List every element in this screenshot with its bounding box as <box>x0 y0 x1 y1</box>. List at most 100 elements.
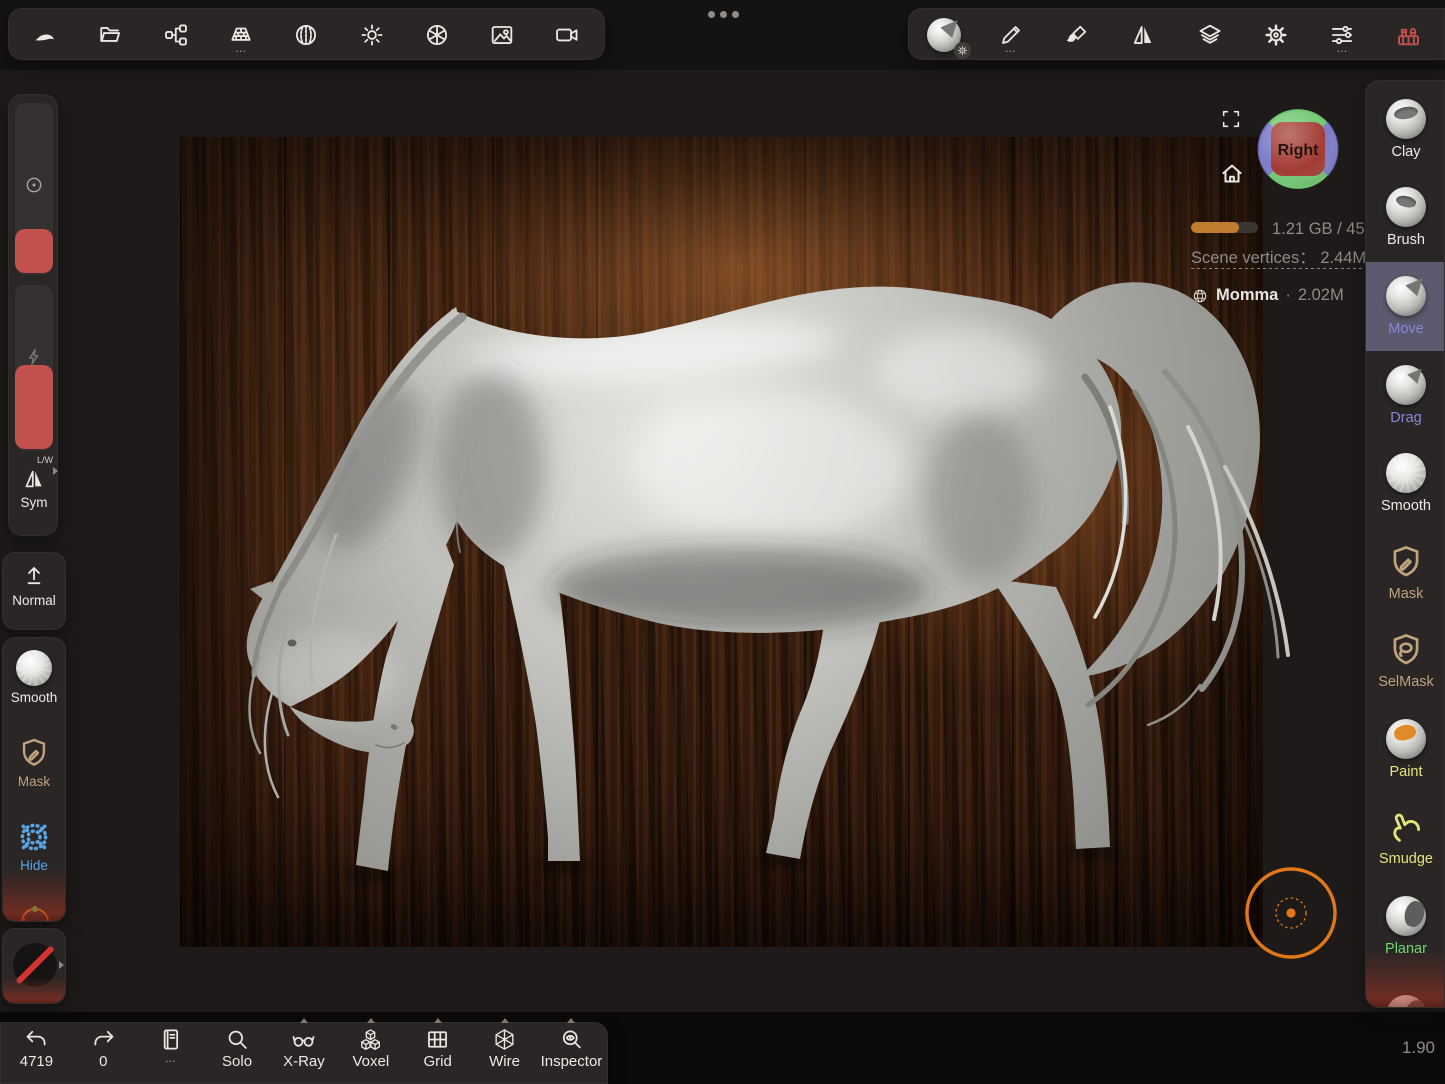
sym-expand-caret-icon[interactable] <box>53 467 58 475</box>
gizmo-face-label: Right <box>1278 142 1320 159</box>
symmetry-button[interactable] <box>1110 9 1176 61</box>
settings-button[interactable] <box>1243 9 1309 61</box>
grid-expand-caret-icon <box>434 1018 442 1023</box>
quick-hide-button[interactable]: Hide <box>3 820 65 873</box>
planar-sphere-icon <box>1386 896 1426 936</box>
redo-count: 0 <box>99 1053 107 1070</box>
fullscreen-button[interactable] <box>1220 108 1242 130</box>
tool-smudge[interactable]: Smudge <box>1366 794 1445 883</box>
tool-clay-label: Clay <box>1391 144 1420 160</box>
object-vertices: 2.02M <box>1298 286 1344 305</box>
canvas-background-wood[interactable] <box>180 137 1263 947</box>
lighting-button[interactable] <box>339 9 404 61</box>
mask-shield-icon <box>24 740 44 765</box>
object-row[interactable]: Momma · 2.02M <box>1191 286 1344 305</box>
topology-button[interactable]: … <box>209 9 274 61</box>
brush-sphere-icon <box>1386 187 1426 227</box>
falloff-normal-button[interactable]: Normal <box>3 563 65 608</box>
disabled-slash-icon <box>15 945 55 985</box>
bottom-toolbar: 4719 0 … Solo X-Ray Voxel Grid Wire Insp… <box>0 1022 608 1084</box>
paintbrush-icon <box>1067 27 1085 42</box>
gizmo-partial-icon[interactable] <box>18 900 52 922</box>
tool-planar-label: Planar <box>1385 941 1427 957</box>
inspector-expand-caret-icon <box>567 1018 575 1023</box>
scene-graph-button[interactable] <box>143 9 208 61</box>
active-tool-preview-button[interactable] <box>911 9 977 61</box>
tool-brush[interactable]: Brush <box>1366 174 1445 263</box>
gizmo-expand-caret-icon[interactable] <box>59 961 64 969</box>
display-settings-button[interactable]: … <box>1309 9 1375 61</box>
tool-mask-label: Mask <box>1389 586 1424 602</box>
intensity-slider-fill[interactable] <box>15 365 53 449</box>
fullscreen-icon <box>1224 112 1239 127</box>
quick-hide-label: Hide <box>20 858 48 873</box>
app-menu-button[interactable] <box>13 9 78 61</box>
inspector-button[interactable]: Inspector <box>539 1027 603 1083</box>
tool-selmask-label: SelMask <box>1378 674 1434 690</box>
tool-move[interactable]: Move <box>1366 262 1445 351</box>
voxel-button[interactable]: Voxel <box>339 1027 403 1083</box>
voxel-cubes-icon <box>362 1030 380 1049</box>
multitask-indicator-icon[interactable] <box>700 8 746 20</box>
gizmo-disabled-button[interactable] <box>13 943 57 987</box>
background-button[interactable] <box>470 9 535 61</box>
tool-planar[interactable]: Planar <box>1366 882 1445 971</box>
aperture-icon <box>428 26 446 44</box>
camera-button[interactable] <box>535 9 600 61</box>
intensity-lightning-icon <box>30 350 38 365</box>
tool-smooth-label: Smooth <box>1381 498 1431 514</box>
orientation-gizmo[interactable]: Right <box>1256 107 1340 191</box>
undo-button[interactable]: 4719 <box>4 1027 68 1083</box>
glasses-icon <box>294 1037 314 1046</box>
sym-label: Sym <box>9 495 59 510</box>
inspector-eye-magnifier-icon <box>564 1031 580 1047</box>
grid-button[interactable]: Grid <box>406 1027 470 1083</box>
tool-settings-badge[interactable] <box>954 42 971 59</box>
paint-material-button[interactable] <box>1044 9 1110 61</box>
undo-count: 4719 <box>20 1053 53 1070</box>
stroke-button[interactable]: … <box>978 9 1044 61</box>
radius-slider-handle[interactable] <box>15 229 53 273</box>
notebook-icon <box>164 1030 177 1048</box>
smooth-sphere-icon <box>16 650 52 686</box>
xray-label: X-Ray <box>283 1053 325 1070</box>
grid-label: Grid <box>424 1053 452 1070</box>
selmask-shield-lasso-icon <box>1395 636 1417 664</box>
tool-mask[interactable]: Mask <box>1366 528 1445 617</box>
zoom-level-value: 1.90 <box>1385 1038 1435 1058</box>
left-slider-panel: L/W Sym <box>8 94 58 536</box>
redo-button[interactable]: 0 <box>71 1027 135 1083</box>
wire-button[interactable]: Wire <box>473 1027 537 1083</box>
sym-sublabel: L/W <box>9 455 59 465</box>
paint-sphere-icon <box>1386 719 1426 759</box>
quick-mask-label: Mask <box>18 774 50 789</box>
layers-button[interactable] <box>1177 9 1243 61</box>
toolbox-button[interactable] <box>1376 9 1442 61</box>
move-sphere-icon <box>1386 276 1426 316</box>
quick-mask-button[interactable]: Mask <box>3 736 65 789</box>
tool-smooth[interactable]: Smooth <box>1366 439 1445 528</box>
quick-smooth-label: Smooth <box>11 690 58 705</box>
files-button[interactable] <box>78 9 143 61</box>
tool-drag[interactable]: Drag <box>1366 351 1445 440</box>
sym-button[interactable]: L/W Sym <box>9 455 59 510</box>
tool-paint[interactable]: Paint <box>1366 705 1445 794</box>
postprocess-button[interactable] <box>404 9 469 61</box>
undo-arrow-icon <box>27 1032 44 1045</box>
tool-flatten-partial[interactable] <box>1366 971 1445 1008</box>
gear-badge-icon <box>959 47 967 55</box>
tool-drag-label: Drag <box>1390 410 1421 426</box>
quick-smooth-button[interactable]: Smooth <box>3 650 65 705</box>
notes-button[interactable]: … <box>138 1027 202 1083</box>
reset-view-button[interactable] <box>1218 160 1246 188</box>
tool-clay[interactable]: Clay <box>1366 85 1445 174</box>
scene-vertices-label: Scene vertices： <box>1191 249 1316 267</box>
material-button[interactable] <box>274 9 339 61</box>
video-camera-icon <box>557 30 577 41</box>
tool-selmask[interactable]: SelMask <box>1366 617 1445 706</box>
solo-button[interactable]: Solo <box>205 1027 269 1083</box>
memory-bar-fill <box>1191 222 1239 233</box>
smudge-finger-icon <box>1395 815 1419 840</box>
xray-button[interactable]: X-Ray <box>272 1027 336 1083</box>
top-left-toolbar: … <box>8 8 605 60</box>
